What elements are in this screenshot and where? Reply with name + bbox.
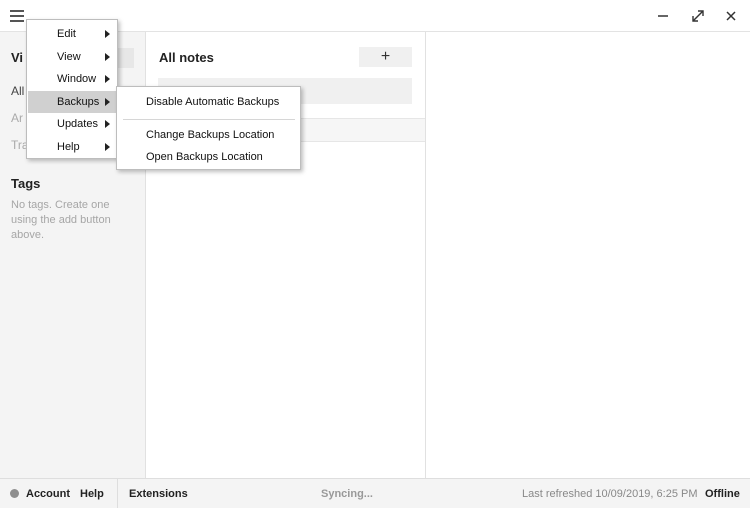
menu-item-updates[interactable]: Updates xyxy=(28,113,117,135)
disable-automatic-backups-item[interactable]: Disable Automatic Backups xyxy=(118,91,300,113)
submenu-arrow-icon xyxy=(105,30,110,38)
menu-item-edit[interactable]: Edit xyxy=(28,23,117,45)
close-icon[interactable] xyxy=(720,6,742,26)
sync-status: Syncing... xyxy=(321,488,373,500)
account-status-dot xyxy=(10,489,19,498)
menu-item-label: View xyxy=(57,51,81,63)
footer-bar: Account Help Extensions Syncing... Last … xyxy=(0,478,750,508)
nav-item-archived[interactable]: Ar xyxy=(11,111,23,125)
tags-empty-message: No tags. Create one using the add button… xyxy=(11,199,111,241)
connection-status[interactable]: Offline xyxy=(705,488,740,500)
last-refreshed-text[interactable]: Last refreshed 10/09/2019, 6:25 PM xyxy=(522,488,698,500)
menu-item-label: Backups xyxy=(57,96,100,108)
nav-item-all-notes[interactable]: All xyxy=(11,84,24,98)
notes-list-title: All notes xyxy=(159,50,214,65)
tags-title: Tags xyxy=(11,176,41,191)
account-button[interactable]: Account xyxy=(26,488,70,500)
submenu-item-label: Change Backups Location xyxy=(146,129,275,141)
hamburger-icon[interactable] xyxy=(10,10,24,22)
menu-item-view[interactable]: View xyxy=(28,46,117,68)
menu-item-label: Edit xyxy=(57,28,76,40)
change-backups-location-item[interactable]: Change Backups Location xyxy=(118,124,300,146)
menu-item-label: Help xyxy=(57,141,80,153)
submenu-arrow-icon xyxy=(105,120,110,128)
add-note-button[interactable]: + xyxy=(359,47,412,67)
menu-item-backups[interactable]: Backups xyxy=(28,91,117,113)
footer-divider xyxy=(117,479,118,508)
add-view-button[interactable] xyxy=(116,48,134,68)
views-title: Vi xyxy=(11,50,24,65)
submenu-divider xyxy=(123,119,295,120)
submenu-arrow-icon xyxy=(105,143,110,151)
submenu-arrow-icon xyxy=(105,98,110,106)
backups-submenu: Disable Automatic Backups Change Backups… xyxy=(116,86,301,170)
menu-item-label: Window xyxy=(57,73,97,85)
menu-item-label: Updates xyxy=(57,118,98,130)
submenu-item-label: Open Backups Location xyxy=(146,151,263,163)
app-menu: Edit View Window Backups Updates Help xyxy=(26,19,118,159)
menu-item-help[interactable]: Help xyxy=(28,136,117,158)
submenu-arrow-icon xyxy=(105,53,110,61)
extensions-button[interactable]: Extensions xyxy=(129,488,188,500)
open-backups-location-item[interactable]: Open Backups Location xyxy=(118,146,300,168)
minimize-icon[interactable] xyxy=(652,6,674,26)
maximize-icon[interactable] xyxy=(687,6,709,26)
editor-panel[interactable] xyxy=(427,32,750,478)
help-button[interactable]: Help xyxy=(80,488,104,500)
submenu-arrow-icon xyxy=(105,75,110,83)
submenu-item-label: Disable Automatic Backups xyxy=(146,96,280,108)
menu-item-window[interactable]: Window xyxy=(28,68,117,90)
